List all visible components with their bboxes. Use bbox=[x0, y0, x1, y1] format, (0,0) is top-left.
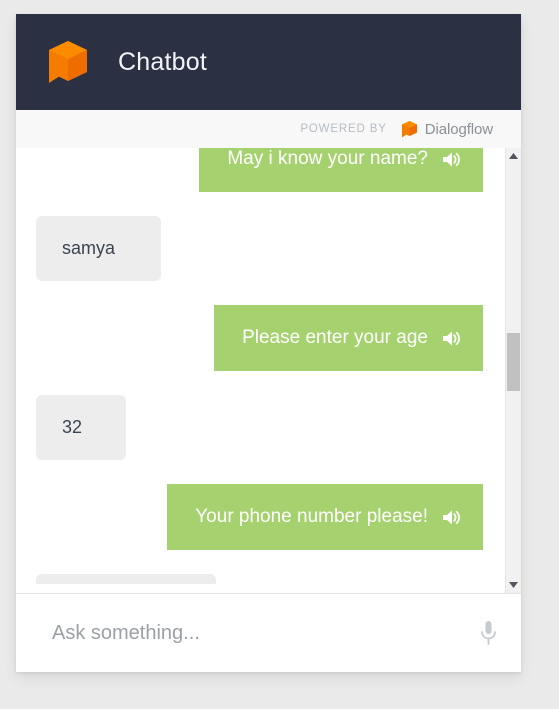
chat-body: May i know your name? samya Please enter… bbox=[16, 148, 521, 593]
triangle-down-icon bbox=[509, 582, 518, 588]
dialogflow-wordmark: Dialogflow bbox=[424, 120, 493, 138]
dialogflow-cube-icon bbox=[401, 121, 417, 138]
chatbot-widget: Chatbot POWERED BY Dialogflow May i know… bbox=[16, 14, 521, 672]
speaker-icon[interactable] bbox=[442, 509, 461, 526]
page-title: Chatbot bbox=[118, 47, 207, 76]
chat-header: Chatbot bbox=[16, 14, 521, 110]
bot-message-bubble: May i know your name? bbox=[199, 148, 483, 192]
scroll-down-button[interactable] bbox=[506, 577, 521, 593]
powered-by-strip: POWERED BY Dialogflow bbox=[16, 110, 521, 148]
speaker-icon[interactable] bbox=[442, 330, 461, 347]
dialogflow-cube-icon bbox=[49, 41, 87, 83]
message-row-bot: Your phone number please! bbox=[36, 484, 491, 550]
message-row-bot: May i know your name? bbox=[36, 148, 491, 192]
user-message-bubble bbox=[36, 574, 216, 584]
bot-message-text: May i know your name? bbox=[227, 148, 428, 169]
scrollbar-track[interactable] bbox=[506, 164, 521, 577]
dialogflow-brand: Dialogflow bbox=[401, 120, 493, 138]
bot-message-bubble: Your phone number please! bbox=[167, 484, 483, 550]
bot-message-text: Please enter your age bbox=[242, 327, 428, 348]
microphone-icon[interactable] bbox=[480, 620, 497, 647]
speaker-icon[interactable] bbox=[442, 151, 461, 168]
message-row-user: 32 bbox=[36, 395, 491, 460]
message-row-user-partial bbox=[36, 574, 491, 584]
bot-message-text: Your phone number please! bbox=[195, 506, 428, 527]
composer-bar bbox=[16, 593, 521, 672]
powered-by-label: POWERED BY bbox=[300, 123, 387, 135]
bot-message-bubble: Please enter your age bbox=[214, 305, 483, 371]
scrollbar-thumb[interactable] bbox=[507, 333, 520, 392]
message-list: May i know your name? samya Please enter… bbox=[16, 148, 505, 593]
message-row-bot: Please enter your age bbox=[36, 305, 491, 371]
scroll-up-button[interactable] bbox=[506, 148, 521, 164]
user-message-bubble: samya bbox=[36, 216, 161, 281]
triangle-up-icon bbox=[509, 153, 518, 159]
message-row-user: samya bbox=[36, 216, 491, 281]
message-input[interactable] bbox=[50, 620, 468, 646]
user-message-bubble: 32 bbox=[36, 395, 126, 460]
chat-scrollbar[interactable] bbox=[505, 148, 521, 593]
